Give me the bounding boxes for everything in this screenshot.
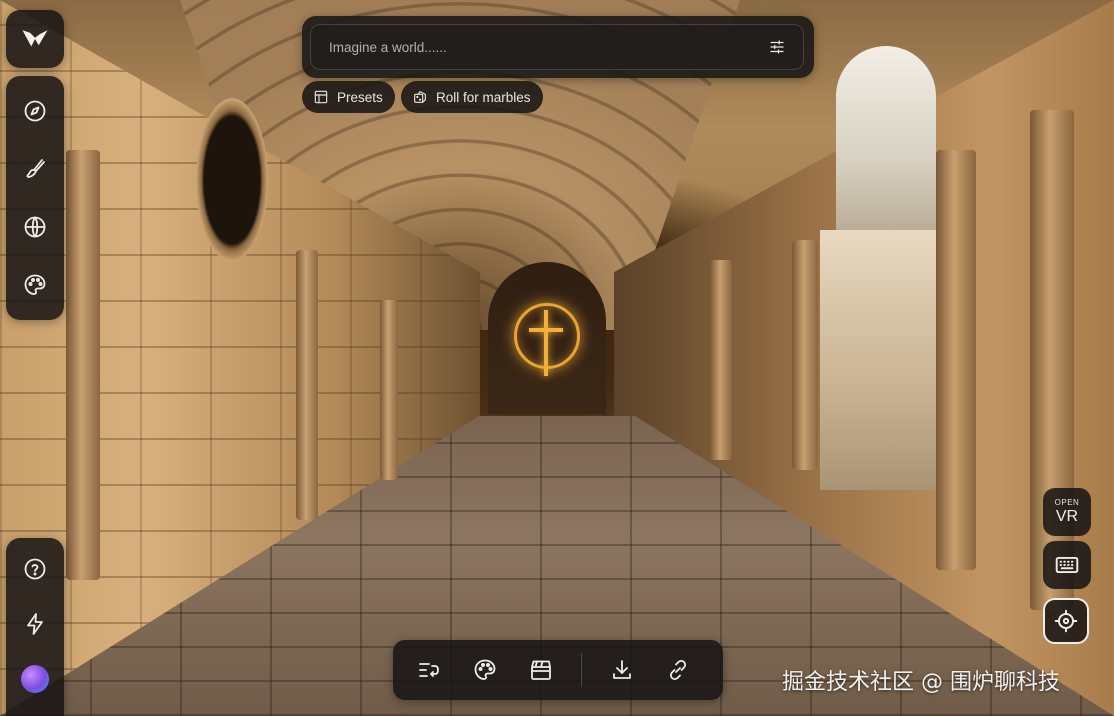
palette-icon[interactable] — [465, 650, 505, 690]
logo-panel — [6, 10, 64, 68]
world-viewport[interactable] — [0, 0, 1114, 716]
sliders-icon[interactable] — [763, 33, 791, 61]
list-undo-icon[interactable] — [409, 650, 449, 690]
tool-sidebar — [6, 76, 64, 320]
keyboard-icon — [1055, 556, 1079, 574]
vr-label: VR — [1055, 508, 1079, 525]
vr-caption: OPEN — [1054, 498, 1080, 507]
watermark-text: 掘金技术社区 @ 围炉聊科技 — [782, 670, 1060, 695]
prompt-field-frame — [310, 24, 804, 70]
brush-icon[interactable] — [15, 149, 55, 189]
avatar-image — [21, 664, 49, 693]
brand-logo-icon[interactable] — [15, 19, 55, 59]
clapperboard-icon[interactable] — [521, 650, 561, 690]
avatar[interactable] — [15, 659, 55, 699]
left-column — [66, 150, 100, 580]
prompt-bar — [302, 16, 814, 78]
arched-opening — [836, 46, 936, 236]
crosshair-icon — [1054, 609, 1078, 633]
dice-icon — [414, 91, 426, 103]
presets-button[interactable]: Presets — [302, 81, 395, 113]
right-column — [936, 150, 976, 570]
compass-icon[interactable] — [15, 91, 55, 131]
download-icon[interactable] — [602, 650, 642, 690]
right-column — [710, 260, 732, 460]
left-column — [296, 250, 318, 520]
roll-for-marbles-button[interactable]: Roll for marbles — [401, 81, 543, 113]
presets-label: Presets — [337, 89, 383, 105]
lightning-icon[interactable] — [15, 604, 55, 644]
help-circle-icon[interactable] — [15, 549, 55, 589]
prompt-input[interactable] — [327, 38, 763, 56]
link-icon[interactable] — [658, 650, 698, 690]
account-sidebar — [6, 538, 64, 716]
oculus-window — [196, 98, 268, 262]
bottom-toolbar — [393, 640, 723, 700]
right-column — [792, 240, 818, 470]
recenter-button[interactable] — [1043, 598, 1089, 644]
globe-icon[interactable] — [15, 207, 55, 247]
glowing-cross-icon — [514, 303, 580, 376]
toolbar-divider — [581, 653, 582, 687]
roll-for-marbles-label: Roll for marbles — [436, 89, 531, 105]
palette-icon[interactable] — [15, 265, 55, 305]
keyboard-controls-button[interactable] — [1043, 541, 1091, 589]
left-column — [380, 300, 398, 480]
layout-icon — [314, 90, 328, 104]
courtyard-view — [820, 230, 940, 490]
open-vr-button[interactable]: OPEN VR — [1043, 488, 1091, 536]
